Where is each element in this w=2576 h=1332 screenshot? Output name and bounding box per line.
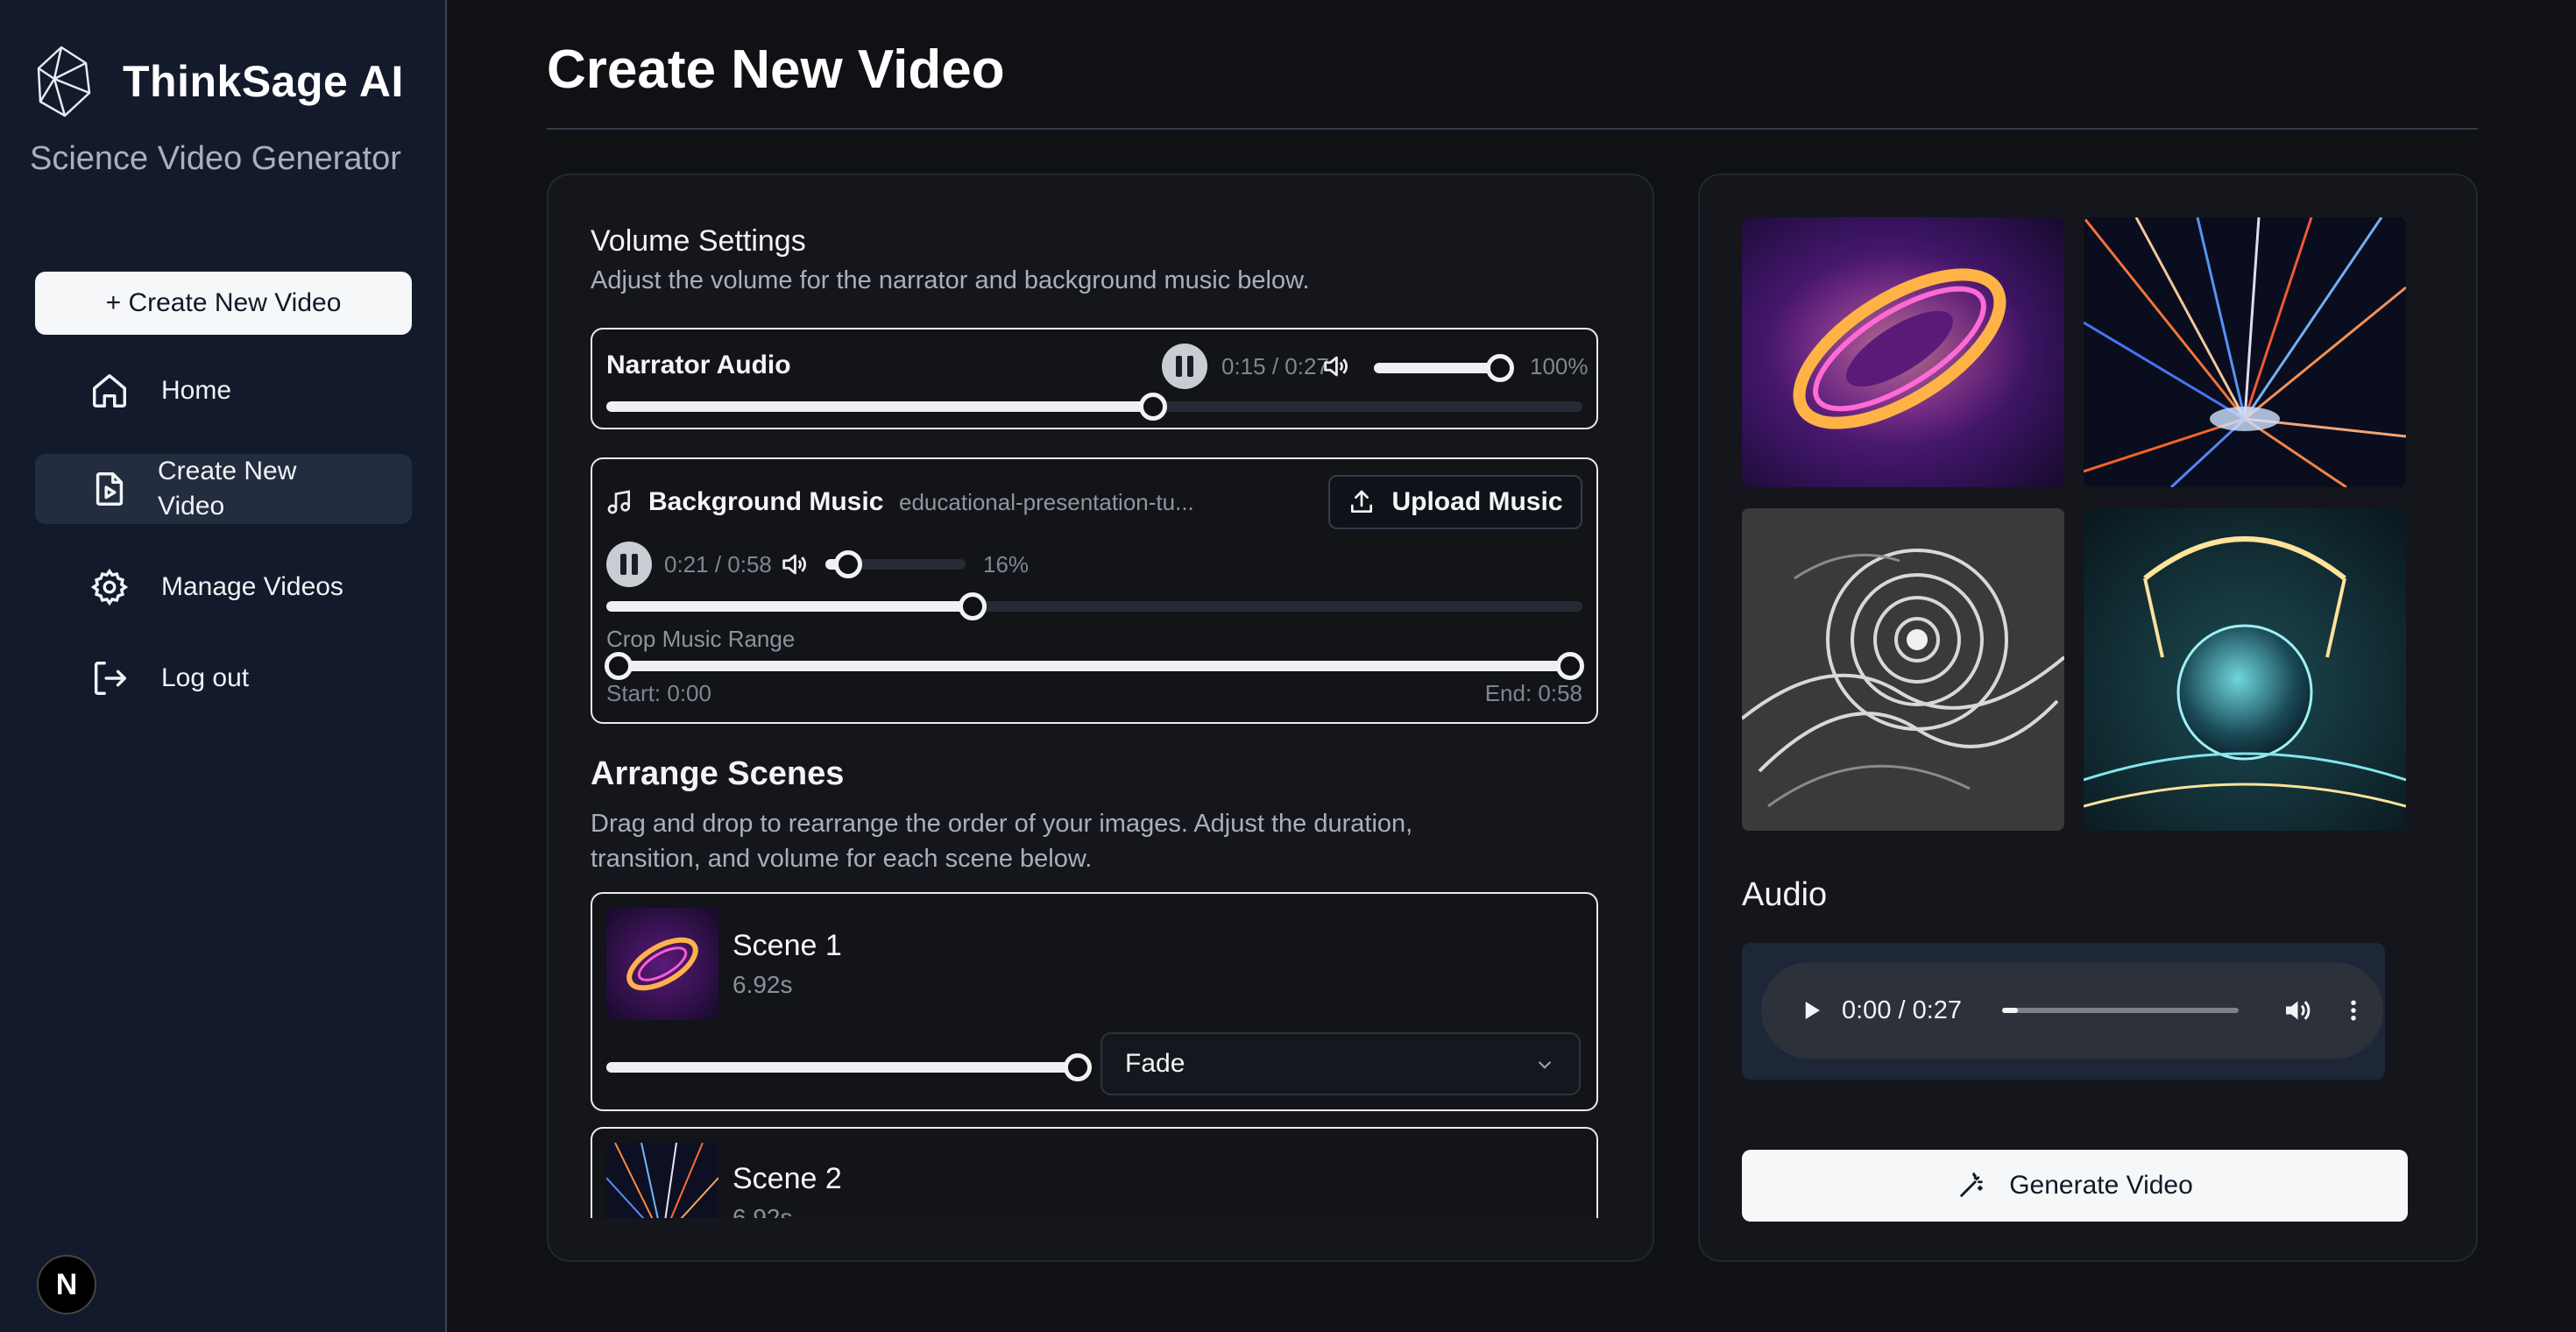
volume-settings-title: Volume Settings (591, 224, 806, 258)
more-options-icon[interactable] (2340, 997, 2367, 1024)
sidebar-item-label: Log out (161, 663, 250, 692)
scene-image-3[interactable] (1742, 508, 2064, 831)
volume-icon[interactable] (778, 549, 810, 580)
magic-wand-icon (1960, 1173, 1983, 1197)
narrator-progress-slider[interactable] (606, 393, 1582, 421)
scene-thumbnail (606, 908, 718, 1020)
music-volume-thumb[interactable] (833, 550, 862, 578)
crop-music-label: Crop Music Range (606, 626, 796, 652)
sidebar-item-manage-videos[interactable]: Manage Videos (35, 552, 412, 622)
transition-select-value: Fade (1125, 1049, 1185, 1078)
file-video-icon (88, 467, 131, 511)
brand-subtitle: Science Video Generator (30, 140, 401, 177)
narrator-volume-value: 100% (1530, 353, 1589, 379)
volume-icon[interactable] (1320, 351, 1351, 382)
music-pause-button[interactable] (606, 542, 652, 587)
brand-name: ThinkSage AI (123, 57, 404, 106)
narrator-progress-thumb[interactable] (1138, 393, 1167, 421)
audio-player: 0:00 / 0:27 (1761, 962, 2383, 1059)
sidebar-item-home[interactable]: Home (35, 356, 412, 426)
music-progress-fill (606, 601, 973, 612)
page-title: Create New Video (547, 39, 1005, 100)
audio-player-seek-fill (2002, 1008, 2019, 1013)
background-music-label: Background Music (648, 487, 884, 516)
volume-icon[interactable] (2281, 995, 2312, 1026)
narrator-volume-thumb[interactable] (1486, 354, 1514, 382)
generate-video-label: Generate Video (2009, 1171, 2193, 1200)
home-icon (88, 369, 131, 413)
scene-duration-slider[interactable] (606, 1053, 1092, 1081)
brand-logo-icon (37, 46, 91, 117)
scene-duration: 6.92s (732, 971, 793, 998)
music-volume-value: 16% (983, 551, 1030, 577)
upload-icon (1351, 490, 1373, 513)
audio-title: Audio (1742, 876, 1828, 913)
chevron-down-icon (1538, 1060, 1552, 1069)
dev-badge[interactable]: N (37, 1255, 96, 1314)
scene-duration-thumb[interactable] (1064, 1053, 1092, 1081)
settings-card: Volume Settings Adjust the volume for th… (547, 174, 1654, 1262)
play-icon[interactable] (1798, 997, 1824, 1024)
narrator-progress-fill (606, 401, 1153, 412)
music-progress-slider[interactable] (606, 592, 1582, 620)
scene-image-4[interactable] (2084, 508, 2406, 831)
background-music-box: Background Music educational-presentatio… (591, 457, 1598, 724)
audio-panel: 0:00 / 0:27 (1742, 943, 2385, 1080)
upload-music-label: Upload Music (1391, 487, 1563, 516)
scene-image-2[interactable] (2084, 217, 2406, 487)
upload-music-button[interactable]: Upload Music (1328, 475, 1582, 529)
arrange-scenes-description-line1: Drag and drop to rearrange the order of … (591, 810, 1413, 838)
crop-start-time: Start: 0:00 (606, 680, 711, 706)
brand: ThinkSage AI (35, 44, 404, 119)
transition-select[interactable]: Fade (1100, 1032, 1581, 1095)
scene-image-1[interactable] (1742, 217, 2064, 487)
crop-end-thumb[interactable] (1556, 652, 1584, 680)
narrator-volume-fill (1374, 363, 1500, 373)
arrange-scenes-title: Arrange Scenes (591, 755, 845, 792)
gear-icon (88, 565, 131, 609)
volume-settings-description: Adjust the volume for the narrator and b… (591, 266, 1310, 294)
logout-icon (88, 656, 131, 700)
crop-end-time: End: 0:58 (1484, 680, 1582, 706)
scroll-mask (548, 1218, 1652, 1260)
preview-card: Audio 0:00 / 0:27 Generate Video (1698, 174, 2478, 1262)
narrator-pause-button[interactable] (1162, 344, 1207, 389)
audio-player-seek[interactable] (2002, 1008, 2240, 1013)
music-progress-thumb[interactable] (958, 592, 987, 620)
crop-range-fill (606, 661, 1582, 671)
sidebar-item-label: Manage Videos (161, 572, 343, 601)
sidebar: ThinkSage AI Science Video Generator + C… (0, 0, 447, 1332)
sidebar-item-label: Create New Video (158, 457, 297, 521)
narrator-audio-box: Narrator Audio 0:15 / 0:27 100% (591, 328, 1598, 429)
music-note-icon (605, 487, 634, 517)
sidebar-item-log-out[interactable]: Log out (35, 643, 412, 713)
title-divider (547, 128, 2478, 130)
audio-player-time: 0:00 / 0:27 (1842, 995, 1963, 1024)
narrator-time: 0:15 / 0:27 (1221, 353, 1329, 379)
music-filename: educational-presentation-tu... (899, 489, 1194, 515)
arrange-scenes-description-line2: transition, and volume for each scene be… (591, 845, 1093, 873)
music-time: 0:21 / 0:58 (664, 551, 772, 577)
crop-range-slider[interactable] (605, 652, 1584, 680)
scene-name: Scene 2 (732, 1162, 842, 1195)
narrator-volume-slider[interactable] (1374, 354, 1514, 382)
create-new-video-button[interactable]: + Create New Video (35, 272, 412, 335)
music-volume-slider[interactable] (825, 550, 966, 578)
sidebar-item-label: Home (161, 376, 232, 405)
generate-video-button[interactable]: Generate Video (1742, 1150, 2408, 1222)
scene-duration-fill (606, 1062, 1078, 1073)
crop-start-thumb[interactable] (605, 652, 633, 680)
scene-card[interactable]: Scene 1 6.92s Fade (591, 892, 1598, 1111)
scene-name: Scene 1 (732, 929, 842, 962)
sidebar-item-create-new-video[interactable]: Create New Video (35, 454, 412, 524)
narrator-audio-label: Narrator Audio (606, 351, 791, 379)
